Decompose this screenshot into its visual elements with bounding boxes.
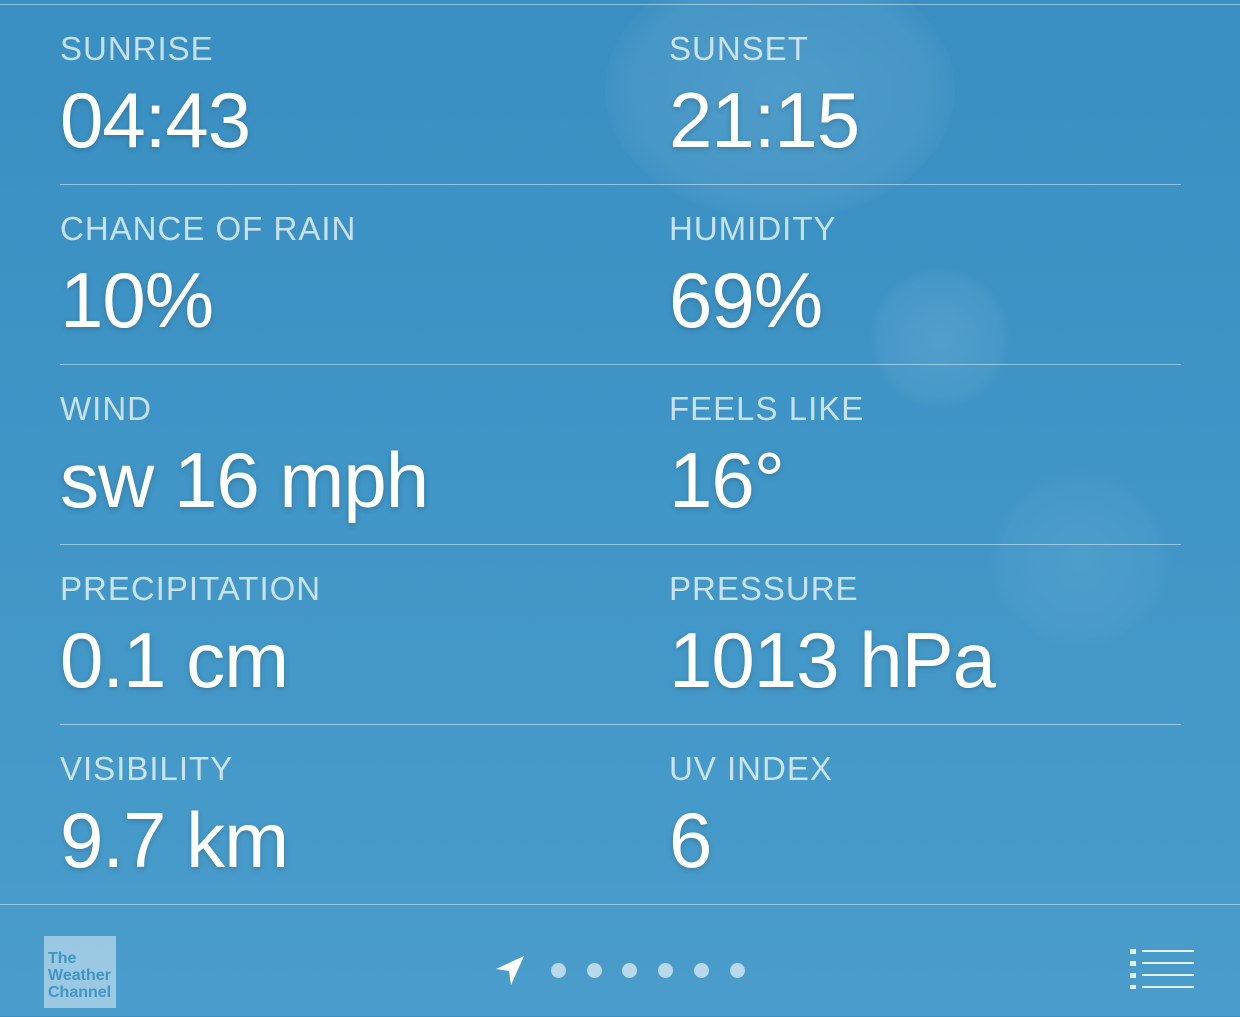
detail-value: 0.1 cm bbox=[60, 616, 289, 704]
detail-value: 21:15 bbox=[669, 76, 860, 164]
detail-label: PRECIPITATION bbox=[60, 570, 322, 607]
logo-text: Channel bbox=[48, 984, 112, 1001]
details-row-sun: SUNRISE 04:43 SUNSET 21:15 bbox=[60, 5, 1181, 185]
detail-value: 1013 hPa bbox=[669, 616, 996, 704]
detail-label: SUNRISE bbox=[60, 30, 214, 67]
page-dot[interactable] bbox=[658, 963, 673, 978]
list-icon[interactable] bbox=[1128, 949, 1194, 989]
bottom-toolbar: The Weather Channel bbox=[0, 904, 1240, 1017]
detail-value: 9.7 km bbox=[60, 796, 289, 884]
details-row-visibility: VISIBILITY 9.7 km UV INDEX 6 bbox=[60, 725, 1181, 904]
detail-value: 10% bbox=[60, 256, 214, 344]
details-row-wind: WIND sw 16 mph FEELS LIKE 16° bbox=[60, 365, 1181, 545]
weather-details-grid: SUNRISE 04:43 SUNSET 21:15 CHANCE OF RAI… bbox=[60, 5, 1181, 904]
detail-label: SUNSET bbox=[669, 30, 809, 67]
detail-label: UV INDEX bbox=[669, 750, 833, 787]
page-dot[interactable] bbox=[694, 963, 709, 978]
logo-text: The bbox=[48, 950, 77, 967]
detail-label: PRESSURE bbox=[669, 570, 859, 607]
details-row-precipitation: PRECIPITATION 0.1 cm PRESSURE 1013 hPa bbox=[60, 545, 1181, 725]
logo-text: Weather bbox=[48, 967, 111, 984]
page-dot[interactable] bbox=[587, 963, 602, 978]
detail-label: WIND bbox=[60, 390, 152, 427]
location-arrow-icon[interactable] bbox=[494, 953, 528, 987]
page-dot[interactable] bbox=[730, 963, 745, 978]
detail-value: 16° bbox=[669, 436, 785, 524]
detail-value: sw 16 mph bbox=[60, 436, 429, 524]
detail-label: VISIBILITY bbox=[60, 750, 234, 787]
detail-value: 6 bbox=[669, 796, 712, 884]
detail-value: 69% bbox=[669, 256, 823, 344]
detail-label: FEELS LIKE bbox=[669, 390, 865, 427]
page-dot[interactable] bbox=[622, 963, 637, 978]
detail-label: HUMIDITY bbox=[669, 210, 837, 247]
detail-label: CHANCE OF RAIN bbox=[60, 210, 357, 247]
detail-value: 04:43 bbox=[60, 76, 251, 164]
details-row-moisture: CHANCE OF RAIN 10% HUMIDITY 69% bbox=[60, 185, 1181, 365]
page-dot[interactable] bbox=[551, 963, 566, 978]
weather-channel-logo[interactable]: The Weather Channel bbox=[44, 936, 116, 1008]
